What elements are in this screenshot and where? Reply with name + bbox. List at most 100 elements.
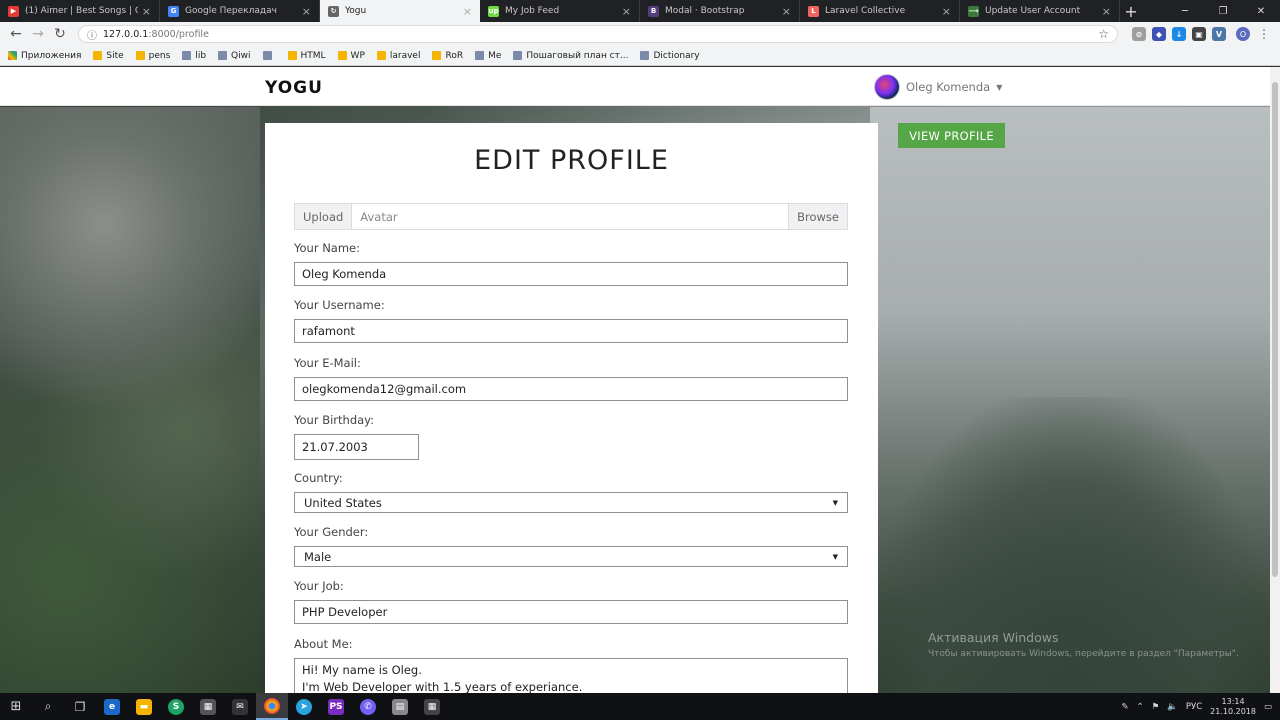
job-input[interactable]: PHP Developer xyxy=(294,600,848,624)
avatar-file-label[interactable]: Avatar xyxy=(352,204,788,229)
menu-icon[interactable]: ⋮ xyxy=(1258,27,1270,41)
screen-icon[interactable]: ▣ xyxy=(1192,27,1206,41)
task-view-icon[interactable]: ❐ xyxy=(64,693,96,720)
tab-favicon-icon: ↻ xyxy=(328,5,339,17)
scrollbar-thumb[interactable] xyxy=(1272,82,1278,577)
bookmark-label: Dictionary xyxy=(653,50,700,61)
view-profile-button[interactable]: VIEW PROFILE xyxy=(898,123,1005,148)
browser-tab[interactable]: ↻ Yogu × xyxy=(320,0,480,22)
tab-close-icon[interactable]: × xyxy=(142,5,151,18)
close-window-icon[interactable]: ✕ xyxy=(1242,0,1280,22)
about-textarea[interactable]: Hi! My name is Oleg. I'm Web Developer w… xyxy=(294,658,848,693)
language-indicator[interactable]: РУС xyxy=(1186,702,1202,712)
bookmark-item[interactable] xyxy=(262,51,276,60)
select-arrow-icon: ▼ xyxy=(832,498,838,507)
browser-tab[interactable]: B Modal · Bootstrap × xyxy=(640,0,800,22)
country-select[interactable]: United States ▼ xyxy=(294,492,848,513)
avatar-file-input[interactable]: Upload Avatar Browse xyxy=(294,203,848,230)
bookmark-item[interactable]: Me xyxy=(475,51,501,61)
minimize-icon[interactable]: ─ xyxy=(1166,0,1204,22)
telegram-icon[interactable]: ➤ xyxy=(288,693,320,720)
email-label: Your E-Mail: xyxy=(294,356,361,370)
new-tab-button[interactable]: + xyxy=(1120,0,1142,22)
email-input[interactable]: olegkomenda12@gmail.com xyxy=(294,377,848,401)
bookmark-item[interactable]: WP xyxy=(337,50,365,61)
user-name: Oleg Komenda xyxy=(906,80,991,94)
bookmark-item[interactable]: HTML xyxy=(287,51,326,61)
url-host: 127.0.0.1 xyxy=(103,28,149,40)
skype-business-icon[interactable]: S xyxy=(160,693,192,720)
restore-icon[interactable]: ❐ xyxy=(1204,0,1242,22)
bookmark-label: pens xyxy=(148,50,171,61)
address-bar[interactable]: ⓘ 127.0.0.1:8000/profile ☆ xyxy=(78,25,1118,43)
gender-value: Male xyxy=(304,549,332,564)
file-explorer-icon[interactable]: ▬ xyxy=(128,693,160,720)
tab-favicon-icon: ▶ xyxy=(8,5,19,17)
tab-close-icon[interactable]: × xyxy=(1102,5,1111,18)
tab-favicon-icon: L xyxy=(808,5,819,17)
birthday-input[interactable]: 21.07.2003 xyxy=(294,434,419,460)
notification-icon[interactable]: ▭ xyxy=(1264,702,1272,712)
browser-tab[interactable]: ⟶ Update User Account × xyxy=(960,0,1120,22)
browser-tab[interactable]: ▶ (1) Aimer | Best Songs | Over × xyxy=(0,0,160,22)
gender-select[interactable]: Male ▼ xyxy=(294,546,848,567)
username-label: Your Username: xyxy=(294,298,385,312)
shield-icon[interactable]: ◆ xyxy=(1152,27,1166,41)
browser-tab[interactable]: up My Job Feed × xyxy=(480,0,640,22)
bookmark-item[interactable]: RoR xyxy=(432,51,463,61)
profile-icon[interactable]: O xyxy=(1236,27,1250,41)
bookmark-item[interactable]: Dictionary xyxy=(640,50,700,61)
vk-icon[interactable]: V xyxy=(1212,27,1226,41)
clock[interactable]: 13:14 21.10.2018 xyxy=(1210,697,1256,717)
username-input[interactable]: rafamont xyxy=(294,319,848,343)
info-icon[interactable]: ⓘ xyxy=(87,27,97,42)
forward-icon[interactable]: → xyxy=(28,24,48,44)
mail-icon[interactable]: ✉ xyxy=(224,693,256,720)
bookmark-item[interactable]: pens xyxy=(135,50,171,61)
bookmark-item[interactable]: Пошаговый план ст... xyxy=(513,51,628,61)
download-icon[interactable]: ↓ xyxy=(1172,27,1186,41)
bookmark-item[interactable]: Qiwi xyxy=(218,51,251,61)
tab-close-icon[interactable]: × xyxy=(302,5,311,18)
tab-close-icon[interactable]: × xyxy=(463,5,472,18)
calculator-icon[interactable]: ▦ xyxy=(416,693,448,720)
folder-icon xyxy=(135,51,145,60)
extension-icon[interactable]: ⊘ xyxy=(1132,27,1146,41)
edge-icon[interactable]: e xyxy=(96,693,128,720)
back-icon[interactable]: ← xyxy=(6,24,26,44)
apps-icon xyxy=(8,51,17,60)
user-menu[interactable]: Oleg Komenda ▼ xyxy=(874,74,1002,100)
tab-close-icon[interactable]: × xyxy=(942,5,951,18)
about-label: About Me: xyxy=(294,637,353,651)
volume-icon[interactable]: 🔈 xyxy=(1167,702,1178,712)
site-logo[interactable]: YOGU xyxy=(265,78,323,98)
tab-title: Modal · Bootstrap xyxy=(665,6,745,16)
phpstorm-icon[interactable]: PS xyxy=(320,693,352,720)
tab-close-icon[interactable]: × xyxy=(622,5,631,18)
tab-close-icon[interactable]: × xyxy=(782,5,791,18)
windows-activation-text: Чтобы активировать Windows, перейдите в … xyxy=(928,649,1239,659)
url-path: :8000/profile xyxy=(148,28,209,40)
name-input[interactable]: Oleg Komenda xyxy=(294,262,848,286)
store-icon[interactable]: ▦ xyxy=(192,693,224,720)
bookmark-item[interactable]: Приложения xyxy=(8,51,81,61)
viber-icon[interactable]: ✆ xyxy=(352,693,384,720)
bookmark-item[interactable]: lib xyxy=(182,51,206,61)
bookmark-label: Site xyxy=(106,50,124,61)
reload-icon[interactable]: ↻ xyxy=(50,24,70,44)
browse-button[interactable]: Browse xyxy=(788,204,847,229)
bookmark-item[interactable]: laravel xyxy=(376,51,420,61)
bookmark-item[interactable]: Site xyxy=(93,50,124,61)
browser-tab[interactable]: G Google Перекладач × xyxy=(160,0,320,22)
app-icon[interactable]: ▤ xyxy=(384,693,416,720)
search-icon[interactable]: ⌕ xyxy=(32,693,64,720)
bookmark-label: Приложения xyxy=(21,50,82,61)
network-icon[interactable]: ⚑ xyxy=(1152,702,1160,712)
bookmark-star-icon[interactable]: ☆ xyxy=(1098,27,1109,41)
pen-icon[interactable]: ✎ xyxy=(1121,702,1128,712)
browser-tab[interactable]: L Laravel Collective × xyxy=(800,0,960,22)
windows-start-icon[interactable]: ⊞ xyxy=(0,693,32,720)
chrome-icon[interactable] xyxy=(256,693,288,720)
tray-chevron-icon[interactable]: ⌃ xyxy=(1137,702,1144,712)
bookmark-label: WP xyxy=(350,50,365,61)
